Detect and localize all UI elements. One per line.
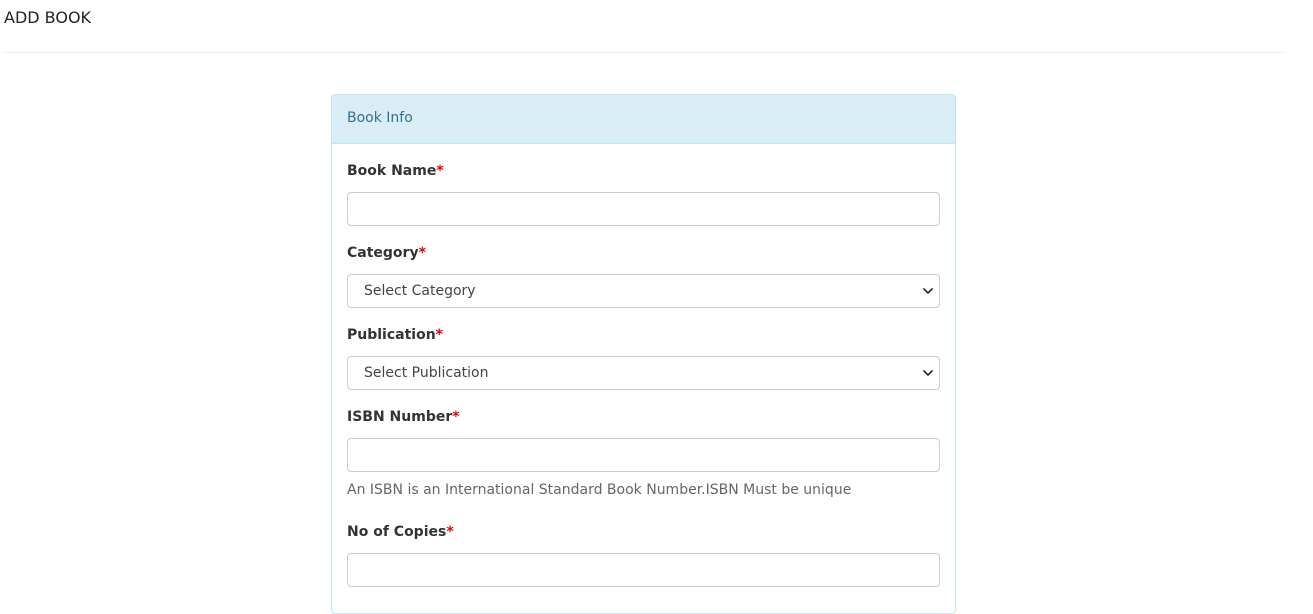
category-label: Category* [347,245,426,261]
required-marker: * [435,327,443,343]
copies-label-text: No of Copies [347,524,447,540]
required-marker: * [446,524,454,540]
publication-select[interactable]: Select Publication [347,356,940,390]
page-header: ADD BOOK [4,0,1284,53]
isbn-input[interactable] [347,438,940,472]
page-title: ADD BOOK [4,8,92,27]
publication-label: Publication* [347,327,443,343]
publication-label-text: Publication [347,327,436,343]
chevron-down-icon [923,370,933,376]
category-label-text: Category [347,245,419,261]
publication-select-value: Select Publication [364,365,489,381]
book-name-input[interactable] [347,192,940,226]
chevron-down-icon [923,288,933,294]
required-marker: * [452,409,460,425]
book-name-label: Book Name* [347,163,444,179]
isbn-label-text: ISBN Number [347,409,453,425]
isbn-label: ISBN Number* [347,409,460,425]
category-select[interactable]: Select Category [347,274,940,308]
isbn-help-text: An ISBN is an International Standard Boo… [347,482,852,498]
panel-heading: Book Info [332,95,955,144]
required-marker: * [436,163,444,179]
book-info-panel: Book Info Book Name* Category* Select Ca… [331,94,956,614]
copies-label: No of Copies* [347,524,454,540]
book-name-label-text: Book Name [347,163,437,179]
copies-input[interactable] [347,553,940,587]
category-select-value: Select Category [364,283,476,299]
required-marker: * [418,245,426,261]
